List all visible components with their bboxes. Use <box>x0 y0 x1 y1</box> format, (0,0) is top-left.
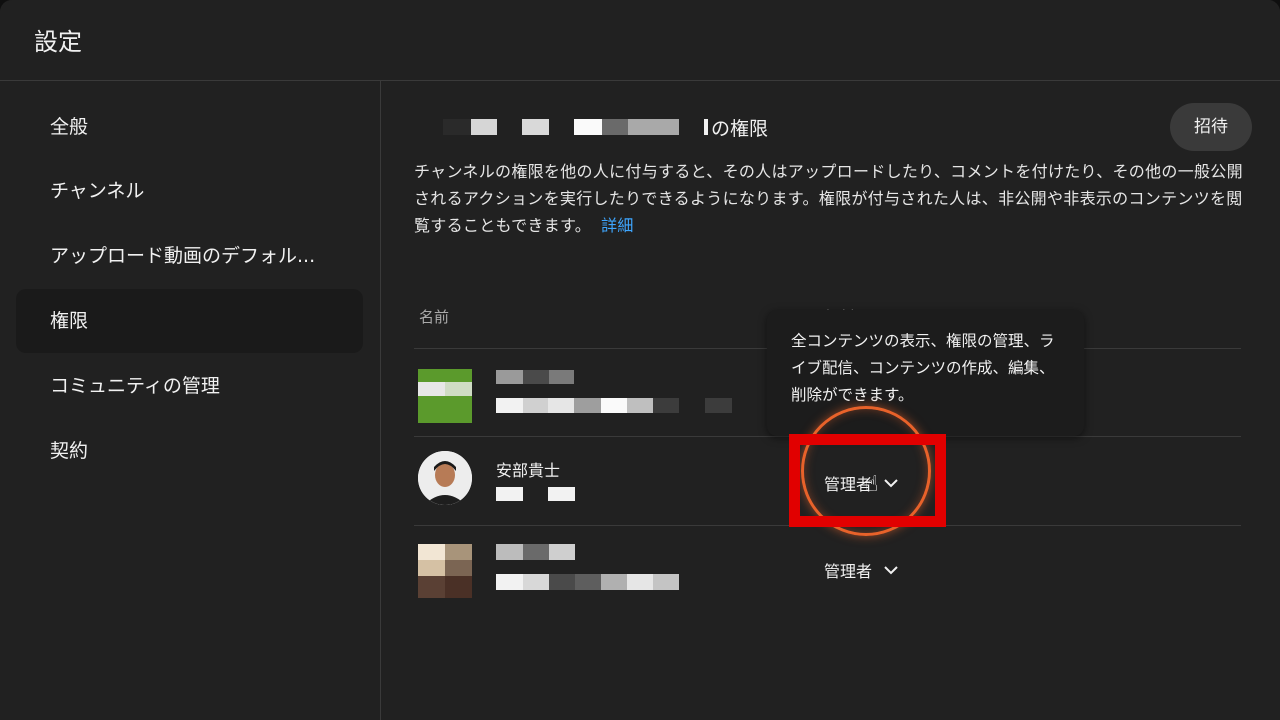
dialog-header: 設定 <box>0 0 1280 81</box>
sidebar-item-permissions[interactable]: 権限 <box>16 289 363 353</box>
settings-sidebar: 全般 チャンネル アップロード動画のデフォル... 権限 コミュニティの管理 契… <box>0 81 381 720</box>
chevron-down-icon <box>884 566 898 575</box>
sidebar-item-community[interactable]: コミュニティの管理 <box>16 354 363 418</box>
permissions-panel: の権限 招待 チャンネルの権限を他の人に付与すると、その人はアップロードしたり、… <box>381 81 1280 720</box>
sidebar-item-agreements[interactable]: 契約 <box>16 419 363 483</box>
role-tooltip: 全コンテンツの表示、権限の管理、ライブ配信、コンテンツの作成、編集、削除ができま… <box>767 310 1084 436</box>
role-dropdown[interactable]: 管理者 <box>824 558 900 582</box>
settings-dialog: 設定 全般 チャンネル アップロード動画のデフォル... 権限 コミュニティの管… <box>0 0 1280 720</box>
hand-pointer-icon: ☝ <box>865 472 879 497</box>
permissions-title: の権限 <box>711 118 769 140</box>
member-name: 安部貴士 <box>496 461 561 480</box>
role-label: 管理者 <box>824 562 873 581</box>
sidebar-item-upload-defaults[interactable]: アップロード動画のデフォル... <box>16 224 363 288</box>
invite-button[interactable]: 招待 <box>1170 103 1252 151</box>
column-header-name: 名前 <box>419 308 450 326</box>
member-avatar <box>418 369 472 423</box>
details-link[interactable]: 詳細 <box>601 216 634 235</box>
member-avatar <box>418 451 472 505</box>
permissions-description: チャンネルの権限を他の人に付与すると、その人はアップロードしたり、コメントを付け… <box>414 158 1244 239</box>
member-avatar <box>418 544 472 598</box>
sidebar-item-channel[interactable]: チャンネル <box>16 159 363 223</box>
description-text: チャンネルの権限を他の人に付与すると、その人はアップロードしたり、コメントを付け… <box>414 162 1243 235</box>
dialog-title: 設定 <box>34 28 82 56</box>
sidebar-item-general[interactable]: 全般 <box>16 95 363 159</box>
